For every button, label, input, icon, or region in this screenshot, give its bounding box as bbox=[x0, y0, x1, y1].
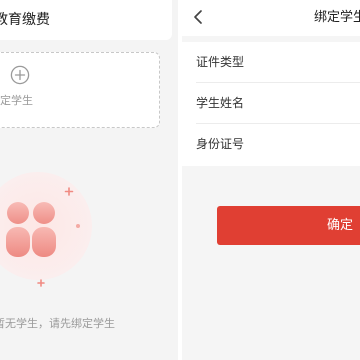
empty-students-illustration bbox=[0, 172, 92, 287]
confirm-button[interactable]: 确定 bbox=[217, 206, 360, 245]
add-student-label: 绑定学生 bbox=[0, 94, 33, 107]
field-label: 学生姓名 bbox=[196, 96, 245, 110]
student-name-field[interactable]: 学生姓名 bbox=[182, 83, 360, 124]
id-number-field[interactable]: 身份证号 bbox=[182, 124, 360, 165]
field-label: 证件类型 bbox=[196, 55, 245, 69]
field-label: 身份证号 bbox=[196, 137, 245, 151]
chevron-left-icon[interactable] bbox=[188, 6, 208, 28]
page-title: 教育缴费 bbox=[0, 12, 50, 28]
bind-student-form: 证件类型 学生姓名 身份证号 bbox=[182, 42, 360, 166]
bind-student-panel: 绑定学生 证件类型 学生姓名 身份证号 确定 bbox=[182, 0, 360, 360]
page-title: 绑定学生 bbox=[314, 10, 360, 25]
id-type-field[interactable]: 证件类型 bbox=[182, 42, 360, 83]
nav-bar: 绑定学生 bbox=[182, 0, 360, 36]
education-payment-panel: 教育缴费 绑定学生 bbox=[0, 0, 178, 360]
plus-circle-icon bbox=[10, 65, 30, 85]
empty-state-text: 暂无学生，请先绑定学生 bbox=[0, 317, 115, 330]
add-student-card[interactable]: 绑定学生 bbox=[0, 52, 160, 128]
page-header: 教育缴费 bbox=[0, 0, 172, 40]
confirm-button-label: 确定 bbox=[327, 218, 354, 233]
